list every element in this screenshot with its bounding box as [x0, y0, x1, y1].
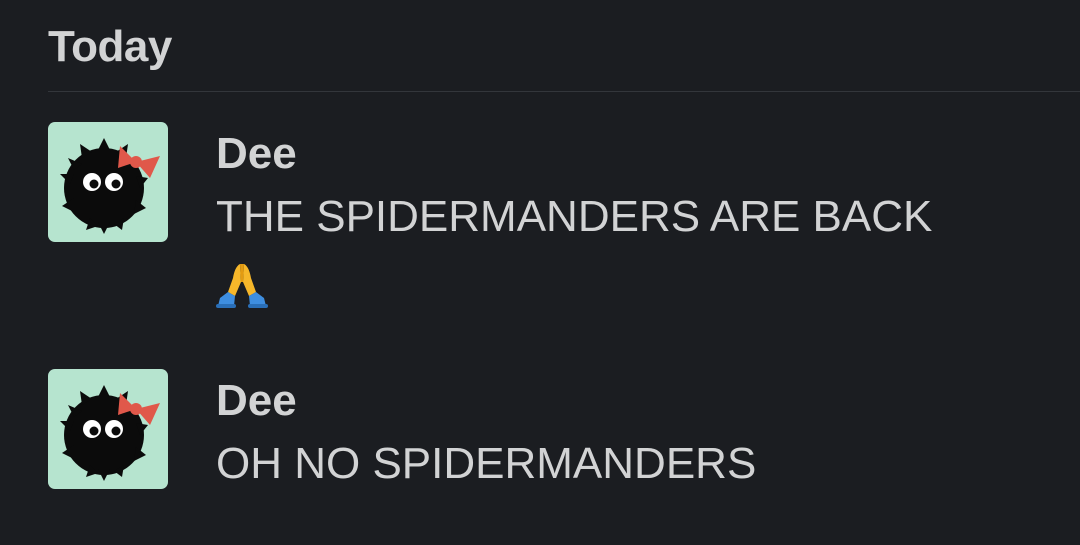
avatar[interactable]: [48, 122, 168, 242]
message-text: THE SPIDERMANDERS ARE BACK: [216, 192, 933, 241]
message-author[interactable]: Dee: [216, 126, 1036, 182]
soot-sprite-icon: [60, 385, 160, 481]
message-content: Dee OH NO SPIDERMANDERS: [216, 373, 1036, 495]
day-divider-line: [48, 91, 1080, 92]
message-author[interactable]: Dee: [216, 373, 1036, 429]
message-content: Dee THE SPIDERMANDERS ARE BACK: [216, 126, 1036, 312]
chat-pane: Today Dee THE SPIDERMANDERS ARE BACK Dee…: [0, 0, 1080, 545]
message-emoji: [216, 260, 1036, 312]
soot-sprite-icon: [60, 138, 160, 234]
message-text: OH NO SPIDERMANDERS: [216, 439, 757, 488]
avatar[interactable]: [48, 369, 168, 489]
day-divider-label: Today: [48, 22, 172, 71]
folded-hands-emoji-icon: [216, 264, 268, 308]
